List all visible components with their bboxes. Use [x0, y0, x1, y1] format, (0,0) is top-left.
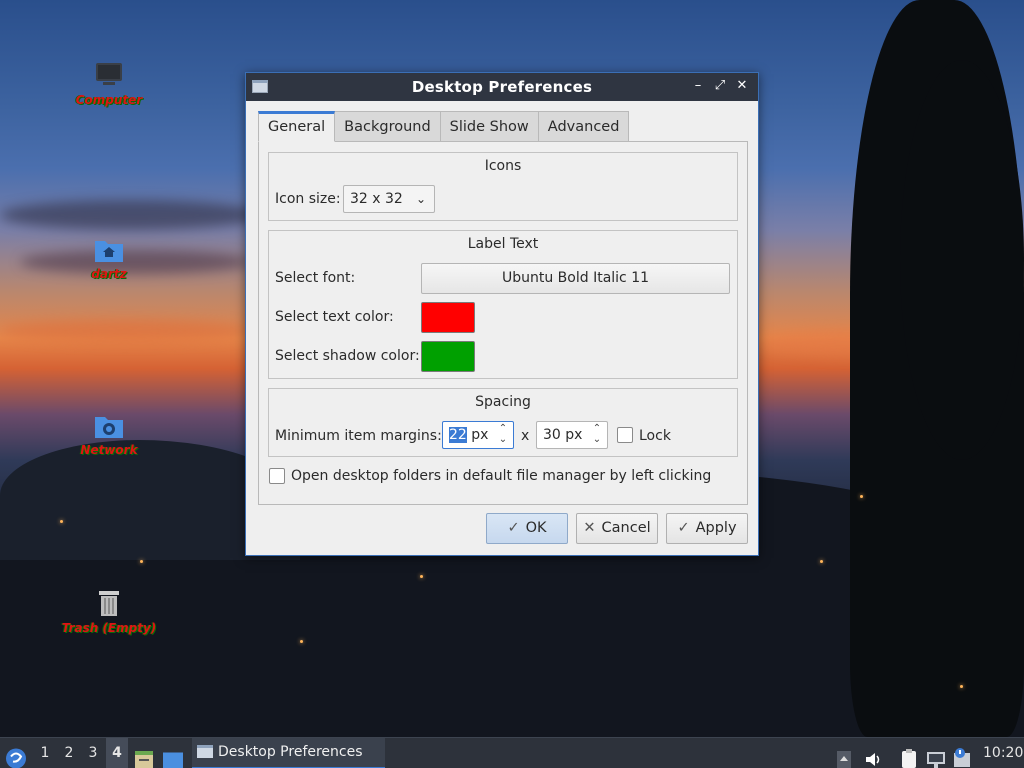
network-tray-icon[interactable]: [926, 744, 946, 768]
desktop-icon-label: dartz: [91, 267, 127, 281]
lock-checkbox[interactable]: [617, 427, 633, 443]
clock[interactable]: 10:20: [983, 738, 1023, 768]
icons-group-title: Icons: [484, 158, 522, 174]
workspace-3[interactable]: 3: [82, 738, 104, 768]
desktop-icon-home[interactable]: dartz: [54, 236, 164, 282]
desktop-icon-label: Computer: [75, 93, 143, 107]
shadow-color-label: Select shadow color:: [275, 348, 420, 364]
update-notifier-icon[interactable]: [952, 742, 972, 768]
taskbar: 1 2 3 4 Desktop Preferences 10:20: [0, 737, 1024, 768]
apply-button-label: Apply: [695, 520, 737, 536]
cancel-button[interactable]: ✕ Cancel: [576, 513, 658, 544]
shadow-color-button[interactable]: [421, 341, 475, 372]
icon-size-value: 32 x 32: [350, 191, 403, 207]
icons-group: Icons Icon size: 32 x 32 ⌄: [268, 152, 738, 221]
lock-label: Lock: [639, 428, 671, 444]
icon-size-label: Icon size:: [275, 191, 341, 207]
dialog-titlebar[interactable]: Desktop Preferences – ⤢ ✕: [246, 73, 758, 101]
tab-background[interactable]: Background: [335, 111, 441, 142]
label-text-group: Label Text Select font: Ubuntu Bold Ital…: [268, 230, 738, 379]
file-manager-icon[interactable]: [134, 744, 154, 768]
general-tab-panel: Icons Icon size: 32 x 32 ⌄ Label Text Se…: [258, 141, 748, 505]
show-desktop-icon[interactable]: [162, 745, 184, 768]
home-folder-icon: [95, 241, 123, 262]
margin-y-spinbox[interactable]: 30 px ⌃ ⌄: [536, 421, 608, 449]
minimize-icon[interactable]: –: [690, 77, 706, 95]
dialog-title: Desktop Preferences: [411, 78, 593, 96]
ok-button-label: OK: [525, 520, 547, 536]
window-icon: [252, 80, 268, 93]
trash-icon: [99, 591, 119, 616]
icon-size-select[interactable]: 32 x 32 ⌄: [343, 185, 435, 213]
desktop-icon-label: Network: [80, 443, 138, 457]
apply-button[interactable]: ✓ Apply: [666, 513, 748, 544]
clipboard-icon[interactable]: [900, 743, 918, 768]
network-folder-icon: [95, 417, 123, 438]
margin-x-unit: px: [471, 427, 489, 443]
task-title: Desktop Preferences: [218, 744, 363, 760]
tab-bar: General Background Slide Show Advanced: [258, 111, 630, 142]
margin-separator: x: [521, 428, 530, 444]
check-icon: ✓: [507, 520, 520, 536]
close-icon[interactable]: ✕: [734, 77, 750, 95]
tab-slide-show[interactable]: Slide Show: [440, 111, 539, 142]
open-folders-checkbox[interactable]: [269, 468, 285, 484]
workspace-2[interactable]: 2: [58, 738, 80, 768]
margins-label: Minimum item margins:: [275, 428, 442, 444]
window-icon: [197, 745, 213, 758]
open-folders-label[interactable]: Open desktop folders in default file man…: [291, 468, 711, 484]
spin-down-icon[interactable]: ⌄: [591, 434, 603, 445]
desktop-icon-computer[interactable]: Computer: [54, 60, 164, 108]
chevron-down-icon: ⌄: [415, 192, 426, 206]
tab-general[interactable]: General: [258, 111, 336, 142]
volume-icon[interactable]: [864, 744, 882, 768]
label-text-group-title: Label Text: [467, 236, 539, 252]
desktop-icon-label: Trash (Empty): [61, 621, 157, 635]
text-color-label: Select text color:: [275, 309, 394, 325]
margin-x-spinbox[interactable]: 22 px ⌃ ⌄: [442, 421, 514, 449]
check-icon: ✓: [677, 520, 690, 536]
ok-button[interactable]: ✓ OK: [486, 513, 568, 544]
desktop-icon-trash[interactable]: Trash (Empty): [54, 588, 164, 636]
spacing-group-title: Spacing: [475, 394, 531, 410]
spin-up-icon[interactable]: ⌃: [497, 423, 509, 434]
spin-up-icon[interactable]: ⌃: [591, 423, 603, 434]
tab-advanced[interactable]: Advanced: [538, 111, 630, 142]
maximize-icon[interactable]: ⤢: [712, 77, 728, 95]
cancel-x-icon: ✕: [583, 520, 596, 536]
spin-down-icon[interactable]: ⌄: [497, 434, 509, 445]
margin-y-value: 30 px: [543, 427, 583, 443]
select-font-label: Select font:: [275, 270, 356, 286]
workspace-1[interactable]: 1: [34, 738, 56, 768]
taskbar-task-desktop-preferences[interactable]: Desktop Preferences: [192, 738, 385, 768]
spacing-group: Spacing Minimum item margins: 22 px ⌃ ⌄ …: [268, 388, 738, 457]
workspace-4[interactable]: 4: [106, 738, 128, 768]
margin-x-value: 22: [449, 427, 467, 443]
cancel-button-label: Cancel: [601, 520, 651, 536]
tray-up-arrow-icon[interactable]: [836, 744, 852, 768]
computer-icon: [96, 63, 122, 85]
desktop-icon-network[interactable]: Network: [54, 412, 164, 458]
desktop-preferences-dialog: Desktop Preferences – ⤢ ✕ General Backgr…: [245, 72, 759, 556]
text-color-button[interactable]: [421, 302, 475, 333]
start-menu-icon[interactable]: [5, 743, 27, 768]
select-font-button[interactable]: Ubuntu Bold Italic 11: [421, 263, 730, 294]
